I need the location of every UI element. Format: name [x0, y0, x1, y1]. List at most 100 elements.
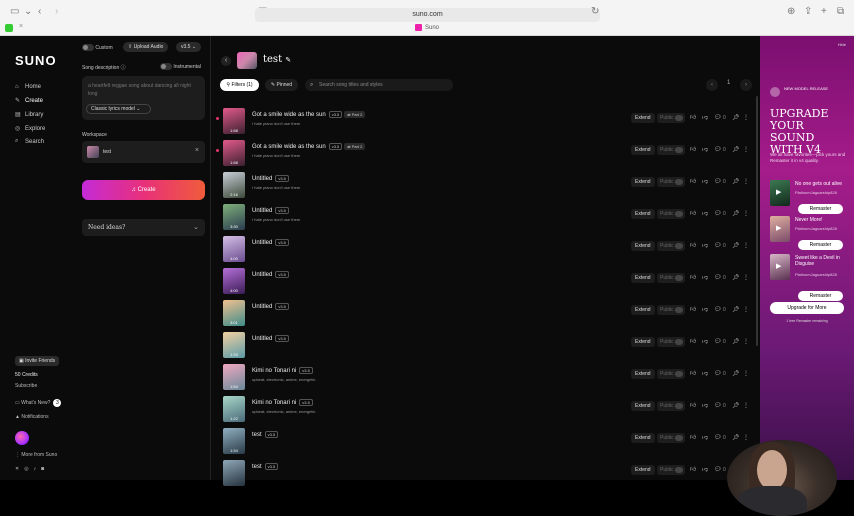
song-title[interactable]: Kimi no Tonari ni	[252, 400, 296, 406]
extend-button[interactable]: Extend	[631, 305, 655, 315]
close-icon[interactable]: ×	[195, 147, 199, 154]
sidebar-item-explore[interactable]: ◎ Explore	[15, 125, 45, 133]
sidebar-toggle-icon[interactable]: ▭	[10, 6, 19, 18]
song-row[interactable]: 4:00 Untitled v3.5 Extend Public 👍︎ 👎︎ 💬︎ 0 📌︎ ⋮	[220, 266, 754, 296]
public-toggle[interactable]: Public	[657, 177, 685, 187]
comment-icon[interactable]: 💬︎	[714, 305, 722, 315]
more-options-icon[interactable]: ⋮	[743, 305, 749, 315]
pin-icon[interactable]: 📌︎	[732, 337, 740, 347]
more-options-icon[interactable]: ⋮	[743, 145, 749, 155]
song-row[interactable]: 1:58 Got a smile wide as the sun v3.5 ⇄ Par…	[216, 138, 754, 168]
pin-icon[interactable]: 📌︎	[732, 305, 740, 315]
song-title[interactable]: Untitled	[252, 208, 272, 214]
song-search-input[interactable]: ⌕ Search song titles and styles	[305, 79, 453, 91]
song-title[interactable]: Untitled	[252, 304, 272, 310]
song-row[interactable]: 1:58 Got a smile wide as the sun v3.5 ⇄ Par…	[216, 106, 754, 136]
song-row[interactable]: 1:33 Untitled v3.5 Extend Public 👍︎ 👎︎ 💬︎ 0 📌︎ ⋮	[220, 330, 754, 360]
song-row[interactable]: 1:34 test v3.5 Extend Public 👍︎ 👎︎ 💬︎ 0 📌︎ ⋮	[220, 426, 754, 456]
comment-icon[interactable]: 💬︎	[714, 465, 722, 475]
thumbs-down-icon[interactable]: 👎︎	[702, 401, 708, 411]
pin-icon[interactable]: 📌︎	[732, 401, 740, 411]
song-title[interactable]: Kimi no Tonari ni	[252, 368, 296, 374]
thumbs-up-icon[interactable]: 👍︎	[690, 145, 696, 155]
custom-toggle[interactable]: Custom	[82, 44, 113, 51]
song-title[interactable]: test	[252, 432, 262, 438]
song-cover[interactable]: 1:33	[223, 332, 245, 358]
more-options-icon[interactable]: ⋮	[743, 369, 749, 379]
song-row[interactable]: 2:16 Untitled v3.5 I hate piano don't use t…	[220, 170, 754, 200]
extend-button[interactable]: Extend	[631, 113, 655, 123]
thumbs-up-icon[interactable]: 👍︎	[690, 273, 696, 283]
public-toggle[interactable]: Public	[657, 369, 685, 379]
pin-icon[interactable]: 📌︎	[732, 209, 740, 219]
public-toggle[interactable]: Public	[657, 465, 685, 475]
song-cover[interactable]: 4:00	[223, 268, 245, 294]
extension-icon[interactable]	[5, 24, 13, 32]
comment-icon[interactable]: 💬︎	[714, 177, 722, 187]
edit-pencil-icon[interactable]: ✎	[285, 56, 291, 64]
thumbs-down-icon[interactable]: 👎︎	[702, 113, 708, 123]
thumbs-up-icon[interactable]: 👍︎	[690, 369, 696, 379]
instrumental-switch[interactable]	[160, 63, 172, 70]
extend-button[interactable]: Extend	[631, 369, 655, 379]
thumbs-down-icon[interactable]: 👎︎	[702, 241, 708, 251]
public-toggle[interactable]: Public	[657, 401, 685, 411]
thumbs-down-icon[interactable]: 👎︎	[702, 273, 708, 283]
need-ideas-dropdown[interactable]: Need ideas? ⌄	[82, 219, 205, 236]
song-title[interactable]: Got a smile wide as the sun	[252, 112, 326, 118]
extend-button[interactable]: Extend	[631, 337, 655, 347]
comment-icon[interactable]: 💬︎	[714, 209, 722, 219]
song-cover[interactable]	[223, 460, 245, 486]
comment-icon[interactable]: 💬︎	[714, 113, 722, 123]
more-options-icon[interactable]: ⋮	[743, 433, 749, 443]
more-options-icon[interactable]: ⋮	[743, 337, 749, 347]
more-options-icon[interactable]: ⋮	[743, 209, 749, 219]
song-cover[interactable]: 1:34	[223, 428, 245, 454]
thumbs-up-icon[interactable]: 👍︎	[690, 465, 696, 475]
subscribe-link[interactable]: Subscribe	[15, 383, 37, 389]
discord-icon[interactable]: ◙	[41, 466, 49, 472]
public-toggle[interactable]: Public	[657, 209, 685, 219]
thumbs-up-icon[interactable]: 👍︎	[690, 241, 696, 251]
workspace-selector[interactable]: test ×	[82, 141, 205, 163]
thumbs-up-icon[interactable]: 👍︎	[690, 337, 696, 347]
song-title[interactable]: Untitled	[252, 176, 272, 182]
hide-button[interactable]: Hide	[838, 42, 846, 47]
public-toggle[interactable]: Public	[657, 241, 685, 251]
thumbs-down-icon[interactable]: 👎︎	[702, 337, 708, 347]
extend-button[interactable]: Extend	[631, 401, 655, 411]
instagram-icon[interactable]: ◎	[24, 466, 33, 472]
song-row[interactable]: 4:00 Untitled v3.5 Extend Public 👍︎ 👎︎ 💬︎ 0 📌︎ ⋮	[220, 234, 754, 264]
custom-switch[interactable]	[82, 44, 94, 51]
play-icon[interactable]: ▶	[776, 262, 781, 270]
pin-icon[interactable]: 📌︎	[732, 433, 740, 443]
song-row[interactable]: 1:22 Kimi no Tonari ni v3.5 upbeat, electro…	[220, 394, 754, 424]
more-options-icon[interactable]: ⋮	[743, 177, 749, 187]
more-options-icon[interactable]: ⋮	[743, 113, 749, 123]
thumbs-up-icon[interactable]: 👍︎	[690, 177, 696, 187]
chevron-down-icon[interactable]: ⌄	[24, 6, 32, 18]
upgrade-button[interactable]: Upgrade for More	[770, 302, 844, 314]
song-cover[interactable]: 2:16	[223, 172, 245, 198]
song-title[interactable]: Got a smile wide as the sun	[252, 144, 326, 150]
new-tab-icon[interactable]: +	[821, 6, 827, 18]
pin-icon[interactable]: 📌︎	[732, 113, 740, 123]
play-icon[interactable]: ▶	[776, 224, 781, 232]
version-select[interactable]: v3.5 ⌄	[176, 42, 202, 52]
extend-button[interactable]: Extend	[631, 209, 655, 219]
back-button[interactable]: ‹	[221, 56, 231, 66]
comment-icon[interactable]: 💬︎	[714, 273, 722, 283]
whats-new-link[interactable]: ▭ What's New? 3	[15, 399, 62, 407]
more-options-icon[interactable]: ⋮	[743, 273, 749, 283]
song-cover[interactable]: 1:22	[223, 396, 245, 422]
reload-icon[interactable]: ↻	[591, 6, 599, 18]
tabs-overview-icon[interactable]: ⧉	[837, 6, 844, 18]
thumbs-down-icon[interactable]: 👎︎	[702, 369, 708, 379]
song-cover[interactable]: 3:30	[223, 204, 245, 230]
extend-button[interactable]: Extend	[631, 273, 655, 283]
song-row[interactable]: testv3.5ExtendPublic👍︎👎︎💬︎0📌︎⋮	[220, 458, 754, 488]
pin-icon[interactable]: 📌︎	[732, 177, 740, 187]
song-row[interactable]: 3:30 Untitled v3.5 I hate piano don't use t…	[220, 202, 754, 232]
filters-button[interactable]: ⚲ Filters (1)	[220, 79, 259, 91]
sidebar-item-create[interactable]: ✎ Create	[15, 97, 43, 105]
